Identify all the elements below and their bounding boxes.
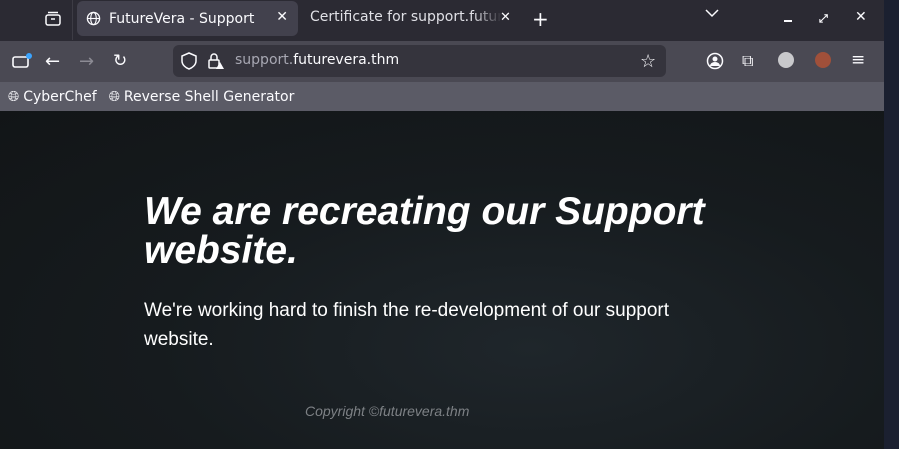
copyright-text: Copyright ©futurevera.thm [305,403,470,419]
tab-overview-icon[interactable] [42,9,64,29]
globe-icon: 🌐︎ [108,88,120,105]
tab-futurevera-support[interactable]: FutureVera - Support ✕ [77,1,298,36]
shield-icon[interactable] [181,52,197,70]
tab-title: Certificate for support.futurevera.thm [310,9,502,25]
maximize-icon[interactable]: ⤢ [819,12,828,26]
tab-certificate[interactable]: Certificate for support.futurevera.thm [310,9,502,25]
lock-warning-icon[interactable] [207,52,225,70]
nav-toolbar: ← → ↻ support.futurevera.thm ☆ ⧉ ≡ [0,41,884,82]
chevron-down-icon[interactable] [705,8,719,18]
reload-icon[interactable]: ↻ [113,51,127,71]
menu-icon[interactable]: ≡ [851,50,865,70]
url-text[interactable]: support.futurevera.thm [235,52,399,68]
sidebar-icon[interactable] [12,53,32,69]
globe-icon: 🌐︎ [8,88,20,105]
close-tab-icon[interactable]: ✕ [276,9,288,25]
bookmark-star-icon[interactable]: ☆ [640,51,656,72]
globe-icon [86,11,101,26]
forward-icon[interactable]: → [79,51,94,72]
tab-title: FutureVera - Support [109,10,255,27]
url-bar[interactable]: support.futurevera.thm ☆ [173,45,666,77]
tab-bar: FutureVera - Support ✕ Certificate for s… [0,0,884,41]
extension-icon[interactable] [778,52,794,68]
bookmark-reverse-shell-generator[interactable]: 🌐︎ Reverse Shell Generator [109,89,295,105]
account-icon[interactable] [706,52,724,70]
back-icon[interactable]: ← [45,51,60,72]
browser-window: FutureVera - Support ✕ Certificate for s… [0,0,884,449]
extensions-icon[interactable]: ⧉ [742,51,753,71]
close-window-icon[interactable]: ✕ [855,9,867,25]
minimize-icon[interactable] [783,12,793,22]
bookmarks-bar: 🌐︎ CyberChef 🌐︎ Reverse Shell Generator [0,82,884,111]
new-tab-icon[interactable]: + [532,7,549,31]
page-content: We are recreating our Support website. W… [0,111,884,449]
bookmark-cyberchef[interactable]: 🌐︎ CyberChef [8,89,97,105]
page-heading: We are recreating our Support website. [144,190,705,272]
extension-icon[interactable] [815,52,831,68]
close-tab-icon[interactable]: ✕ [500,10,511,25]
page-subtext: We're working hard to finish the re-deve… [144,300,669,350]
